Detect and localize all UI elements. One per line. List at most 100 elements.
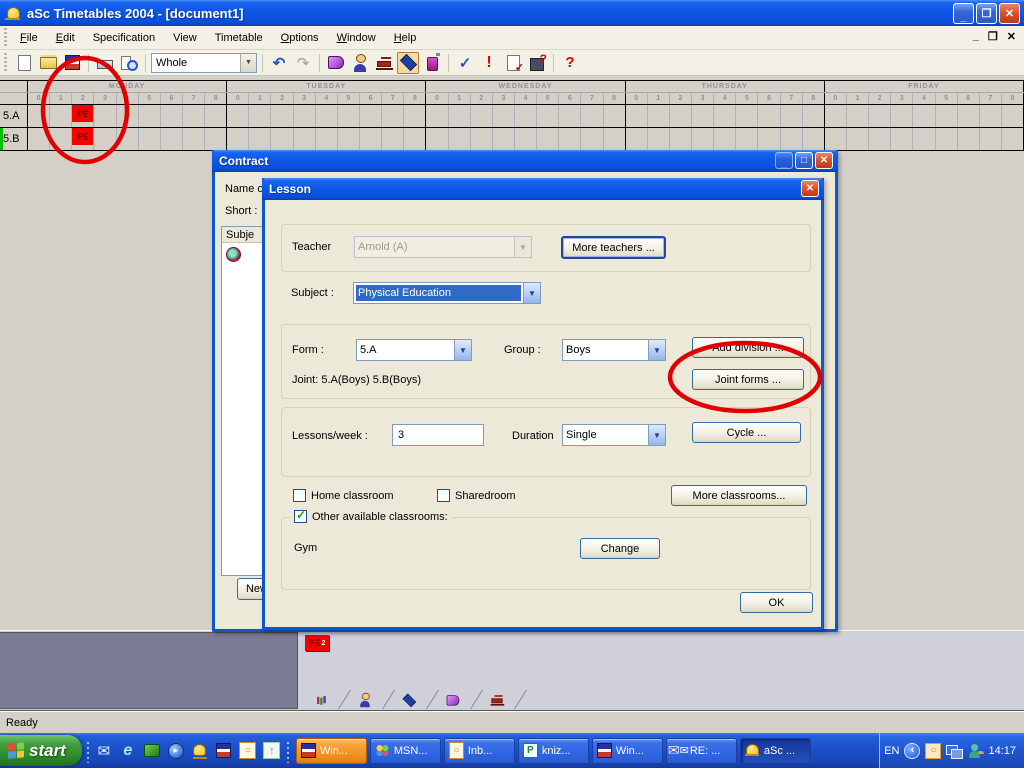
timetable-cell[interactable] (426, 105, 448, 127)
help-icon[interactable]: ? (559, 52, 581, 74)
tray-messenger-icon[interactable] (967, 743, 983, 759)
taskbar-window-asc[interactable]: aSc ... (740, 738, 811, 764)
timetable-cell[interactable] (537, 105, 559, 127)
timetable-cell[interactable] (117, 105, 139, 127)
outlook-express-icon[interactable]: ✉ (94, 741, 114, 761)
timetable-cell[interactable] (958, 105, 980, 127)
timetable-cell[interactable] (670, 128, 692, 150)
floppy-icon[interactable] (214, 741, 234, 761)
timetable-cell[interactable] (449, 105, 471, 127)
taskbar-window-kniz[interactable]: kniz... (518, 738, 589, 764)
media-player-icon[interactable] (166, 741, 186, 761)
classrooms-chair-icon[interactable] (373, 52, 395, 74)
tray-clock-icon[interactable]: ○ (925, 743, 941, 759)
timetable-cell[interactable] (50, 128, 72, 150)
subject-select[interactable]: Physical Education ▼ (353, 282, 541, 304)
sharedroom-checkbox[interactable]: Sharedroom (437, 489, 516, 502)
timetable-cell[interactable] (183, 105, 205, 127)
bottom-tab-teachers-person[interactable] (343, 690, 387, 709)
chevron-down-icon[interactable]: ▼ (648, 340, 665, 360)
timetable-cell[interactable] (581, 128, 603, 150)
taskbar-window-win[interactable]: Win... (296, 738, 367, 764)
lesson-titlebar[interactable]: Lesson ✕ (262, 178, 824, 200)
home-classroom-checkbox[interactable]: Home classroom (293, 489, 394, 502)
timetable-cell[interactable] (670, 105, 692, 127)
chevron-down-icon[interactable]: ▼ (454, 340, 471, 360)
view-select[interactable]: Whole▼ (151, 53, 257, 73)
open-folder-icon[interactable] (37, 52, 59, 74)
timetable-cell[interactable] (249, 105, 271, 127)
undo-icon[interactable]: ↶ (268, 52, 290, 74)
bottom-tab-subjects-book[interactable] (431, 690, 475, 709)
contract-maximize-button[interactable]: □ (795, 152, 813, 169)
timetable-cell[interactable] (271, 128, 293, 150)
save-icon[interactable] (61, 52, 83, 74)
timetable-cell[interactable] (227, 105, 249, 127)
print-icon[interactable] (94, 52, 116, 74)
timetable-cell[interactable] (316, 105, 338, 127)
timetable-cell[interactable] (736, 105, 758, 127)
start-button[interactable]: start (0, 735, 82, 766)
timetable-cell[interactable] (94, 105, 116, 127)
lesson-card-pe[interactable]: PE2 (305, 635, 329, 651)
tray-display-icon[interactable] (946, 743, 962, 759)
timetable-cell[interactable] (205, 128, 226, 150)
timetable-cell[interactable] (493, 128, 515, 150)
menu-item-options[interactable]: Options (272, 29, 328, 47)
timetable-cell[interactable] (847, 105, 869, 127)
timetable-cell[interactable] (626, 105, 648, 127)
timetable-cell[interactable] (493, 105, 515, 127)
bottom-tab-stats[interactable] (299, 690, 343, 709)
timetable-cell[interactable] (714, 128, 736, 150)
timetable-cell[interactable] (913, 105, 935, 127)
timetable-cell[interactable] (692, 105, 714, 127)
timetable-cell[interactable] (648, 105, 670, 127)
ok-button[interactable]: OK (740, 592, 813, 613)
mdi-minimize-icon[interactable]: _ (973, 30, 979, 43)
timetable-cell[interactable] (1002, 128, 1023, 150)
taskbar-window-re[interactable]: ✉RE: ... (666, 738, 737, 764)
check-icon[interactable]: ✓ (454, 52, 476, 74)
mdi-restore-icon[interactable]: ❐ (988, 30, 998, 43)
timetable-cell[interactable] (94, 128, 116, 150)
timetable-cell[interactable] (382, 105, 404, 127)
menu-item-view[interactable]: View (164, 29, 206, 47)
timetable-cell[interactable] (781, 128, 803, 150)
timetable-cell[interactable] (426, 128, 448, 150)
timetable-cell[interactable] (139, 105, 161, 127)
timetable-cell[interactable] (913, 128, 935, 150)
timetable-cell[interactable] (758, 105, 780, 127)
timetable-cell[interactable] (360, 105, 382, 127)
lesson-card[interactable]: PE (72, 105, 93, 122)
timetable-cell[interactable] (736, 128, 758, 150)
bottom-tab-classrooms-chair[interactable] (475, 690, 519, 709)
timetable-cell[interactable] (449, 128, 471, 150)
timetable-cell[interactable] (382, 128, 404, 150)
clock-icon[interactable] (238, 741, 258, 761)
timetable-cell[interactable] (537, 128, 559, 150)
timetable-cell[interactable] (559, 105, 581, 127)
timetable-cell[interactable] (139, 128, 161, 150)
timetable-cell[interactable] (648, 128, 670, 150)
timetable-cell[interactable] (294, 105, 316, 127)
timetable-cell[interactable] (714, 105, 736, 127)
contract-subject-list[interactable]: Subje (221, 226, 267, 576)
menu-item-file[interactable]: File (11, 29, 47, 47)
menu-item-window[interactable]: Window (328, 29, 385, 47)
timetable-cell[interactable] (825, 105, 847, 127)
conflicts-exclamation-icon[interactable]: ! (478, 52, 500, 74)
timetable-cell[interactable] (869, 128, 891, 150)
timetable-cell[interactable] (803, 105, 824, 127)
timetable-cell[interactable] (626, 128, 648, 150)
timetable-cell[interactable] (117, 128, 139, 150)
contract-titlebar[interactable]: Contract _ □ ✕ (212, 150, 838, 172)
minimize-button[interactable]: _ (953, 3, 974, 24)
menu-item-timetable[interactable]: Timetable (206, 29, 272, 47)
wizard-icon[interactable] (526, 52, 548, 74)
timetable-cell[interactable] (515, 128, 537, 150)
timetable-cell[interactable] (404, 128, 425, 150)
internet-explorer-icon[interactable]: e (118, 741, 138, 761)
timetable-cell[interactable] (1002, 105, 1023, 127)
cycle-button[interactable]: Cycle ... (692, 422, 801, 443)
timetable-cell[interactable] (50, 105, 72, 127)
